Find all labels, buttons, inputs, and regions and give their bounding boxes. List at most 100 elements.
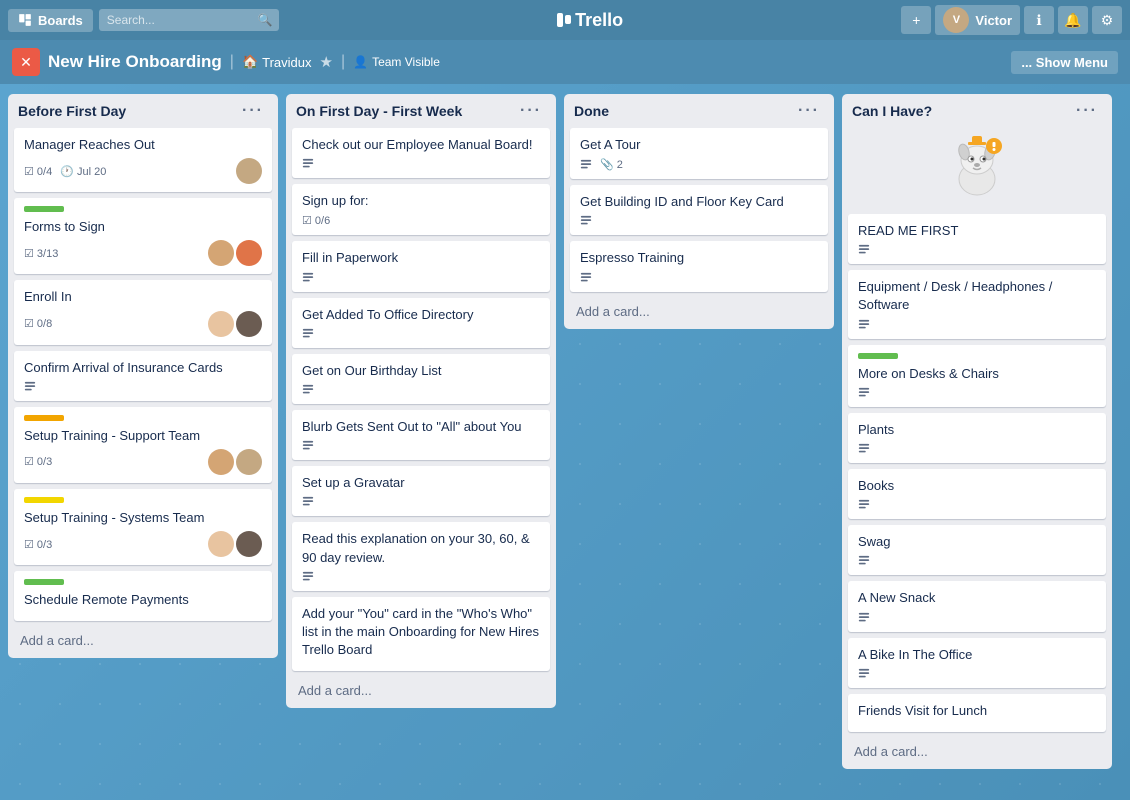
- card-title-confirm-arrival: Confirm Arrival of Insurance Cards: [24, 359, 262, 377]
- card-bike-office[interactable]: A Bike In The Office: [848, 638, 1106, 688]
- card-new-snack[interactable]: A New Snack: [848, 581, 1106, 631]
- add-card-button-before-first-day[interactable]: Add a card...: [14, 629, 272, 652]
- card-desc-icon-building-id: [580, 215, 592, 227]
- list-cards-on-first-day: Check out our Employee Manual Board! Sign…: [286, 124, 556, 675]
- add-card-button-done[interactable]: Add a card...: [570, 300, 828, 323]
- card-title-sign-up-for: Sign up for:: [302, 192, 540, 210]
- settings-button[interactable]: ⚙: [1092, 6, 1122, 34]
- boards-button[interactable]: Boards: [8, 9, 93, 32]
- card-title-new-snack: A New Snack: [858, 589, 1096, 607]
- card-label-setup-training-support: [24, 415, 64, 421]
- boards-label: Boards: [38, 13, 83, 28]
- card-birthday-list[interactable]: Get on Our Birthday List: [292, 354, 550, 404]
- card-meta-item-checklist-enroll-in: ☑ 0/8: [24, 317, 52, 330]
- card-title-gravatar: Set up a Gravatar: [302, 474, 540, 492]
- card-books[interactable]: Books: [848, 469, 1106, 519]
- card-schedule-remote[interactable]: Schedule Remote Payments: [14, 571, 272, 621]
- card-swag[interactable]: Swag: [848, 525, 1106, 575]
- card-label-more-desks-chairs: [858, 353, 898, 359]
- card-meta-equipment-desk: [858, 319, 1096, 331]
- info-button[interactable]: ℹ: [1024, 6, 1054, 34]
- card-office-directory[interactable]: Get Added To Office Directory: [292, 298, 550, 348]
- card-title-blurb-sent: Blurb Gets Sent Out to "All" about You: [302, 418, 540, 436]
- list-menu-on-first-day[interactable]: ···: [516, 102, 546, 120]
- card-avatars-manager-reaches-out: [236, 158, 262, 184]
- card-30-60-90[interactable]: Read this explanation on your 30, 60, & …: [292, 522, 550, 590]
- card-manager-reaches-out[interactable]: Manager Reaches Out☑ 0/4🕐 Jul 20: [14, 128, 272, 192]
- card-desc-icon-blurb-sent: [302, 440, 314, 452]
- card-avatar-setup-training-systems-1: [236, 531, 262, 557]
- card-meta-item-checklist-manager-reaches-out: ☑ 0/4: [24, 165, 52, 178]
- card-fill-in-paperwork[interactable]: Fill in Paperwork: [292, 241, 550, 291]
- card-avatars-setup-training-support: [208, 449, 262, 475]
- card-title-enroll-in: Enroll In: [24, 288, 262, 306]
- card-espresso-training[interactable]: Espresso Training: [570, 241, 828, 291]
- team-label: Team Visible: [372, 55, 440, 69]
- list-title-can-i-have: Can I Have?: [852, 103, 932, 119]
- card-desc-icon-bike-office: [858, 668, 870, 680]
- list-title-on-first-day: On First Day - First Week: [296, 103, 462, 119]
- add-card-button-can-i-have[interactable]: Add a card...: [848, 740, 1106, 763]
- card-meta-item-checklist-forms-to-sign: ☑ 3/13: [24, 247, 58, 260]
- card-plants[interactable]: Plants: [848, 413, 1106, 463]
- card-whos-who[interactable]: Add your "You" card in the "Who's Who" l…: [292, 597, 550, 672]
- card-enroll-in[interactable]: Enroll In ☑ 0/8: [14, 280, 272, 344]
- card-friends-lunch[interactable]: Friends Visit for Lunch: [848, 694, 1106, 732]
- card-avatars-setup-training-systems: [208, 531, 262, 557]
- card-meta-swag: [858, 555, 1096, 567]
- card-title-friends-lunch: Friends Visit for Lunch: [858, 702, 1096, 720]
- card-avatar-forms-to-sign-1: [236, 240, 262, 266]
- list-title-before-first-day: Before First Day: [18, 103, 126, 119]
- team-badge: 👤 Team Visible: [353, 55, 440, 69]
- card-title-setup-training-support: Setup Training - Support Team: [24, 427, 262, 445]
- card-more-desks-chairs[interactable]: More on Desks & Chairs: [848, 345, 1106, 407]
- board-title: New Hire Onboarding: [48, 52, 222, 72]
- team-icon: 👤: [353, 55, 368, 69]
- card-meta-birthday-list: [302, 384, 540, 396]
- org-icon: 🏠: [242, 54, 258, 70]
- card-title-30-60-90: Read this explanation on your 30, 60, & …: [302, 530, 540, 566]
- card-label-schedule-remote: [24, 579, 64, 585]
- robot-image-wrap: [842, 124, 1112, 210]
- card-forms-to-sign[interactable]: Forms to Sign☑ 3/13: [14, 198, 272, 274]
- card-gravatar[interactable]: Set up a Gravatar: [292, 466, 550, 516]
- boards-icon: [18, 13, 32, 27]
- user-menu-button[interactable]: V Victor: [935, 5, 1020, 35]
- card-read-me-first[interactable]: READ ME FIRST: [848, 214, 1106, 264]
- show-menu-button[interactable]: ... Show Menu: [1011, 51, 1118, 74]
- notifications-button[interactable]: 🔔: [1058, 6, 1088, 34]
- card-meta-item-checklist-setup-training-support: ☑ 0/3: [24, 455, 52, 468]
- card-title-office-directory: Get Added To Office Directory: [302, 306, 540, 324]
- card-avatar-enroll-in-1: [236, 311, 262, 337]
- card-desc-icon-employee-manual: [302, 158, 314, 170]
- list-menu-can-i-have[interactable]: ···: [1072, 102, 1102, 120]
- card-setup-training-support[interactable]: Setup Training - Support Team ☑ 0/3: [14, 407, 272, 483]
- card-title-schedule-remote: Schedule Remote Payments: [24, 591, 262, 609]
- search-input[interactable]: [99, 9, 279, 31]
- card-blurb-sent[interactable]: Blurb Gets Sent Out to "All" about You: [292, 410, 550, 460]
- list-menu-before-first-day[interactable]: ···: [238, 102, 268, 120]
- card-meta-enroll-in: ☑ 0/8: [24, 311, 262, 337]
- card-desc-icon-birthday-list: [302, 384, 314, 396]
- add-card-button-on-first-day[interactable]: Add a card...: [292, 679, 550, 702]
- card-equipment-desk[interactable]: Equipment / Desk / Headphones / Software: [848, 270, 1106, 338]
- card-employee-manual[interactable]: Check out our Employee Manual Board!: [292, 128, 550, 178]
- list-header-done: Done···: [564, 94, 834, 124]
- card-title-read-me-first: READ ME FIRST: [858, 222, 1096, 240]
- board-canvas: Before First Day ··· Manager Reaches Out☑ …: [0, 84, 1130, 800]
- card-setup-training-systems[interactable]: Setup Training - Systems Team☑ 0/3: [14, 489, 272, 565]
- card-title-fill-in-paperwork: Fill in Paperwork: [302, 249, 540, 267]
- card-avatar-manager-reaches-out-0: [236, 158, 262, 184]
- card-meta-gravatar: [302, 496, 540, 508]
- card-building-id[interactable]: Get Building ID and Floor Key Card: [570, 185, 828, 235]
- card-meta-employee-manual: [302, 158, 540, 170]
- card-get-a-tour[interactable]: Get A Tour📎 2: [570, 128, 828, 179]
- list-menu-done[interactable]: ···: [794, 102, 824, 120]
- star-button[interactable]: ★: [320, 53, 333, 71]
- card-confirm-arrival[interactable]: Confirm Arrival of Insurance Cards: [14, 351, 272, 401]
- card-sign-up-for[interactable]: Sign up for:☑ 0/6: [292, 184, 550, 235]
- add-button[interactable]: +: [901, 6, 931, 34]
- board-header: ✕ New Hire Onboarding | 🏠 Travidux ★ | 👤…: [0, 40, 1130, 84]
- card-meta-30-60-90: [302, 571, 540, 583]
- list-cards-before-first-day: Manager Reaches Out☑ 0/4🕐 Jul 20Forms to…: [8, 124, 278, 625]
